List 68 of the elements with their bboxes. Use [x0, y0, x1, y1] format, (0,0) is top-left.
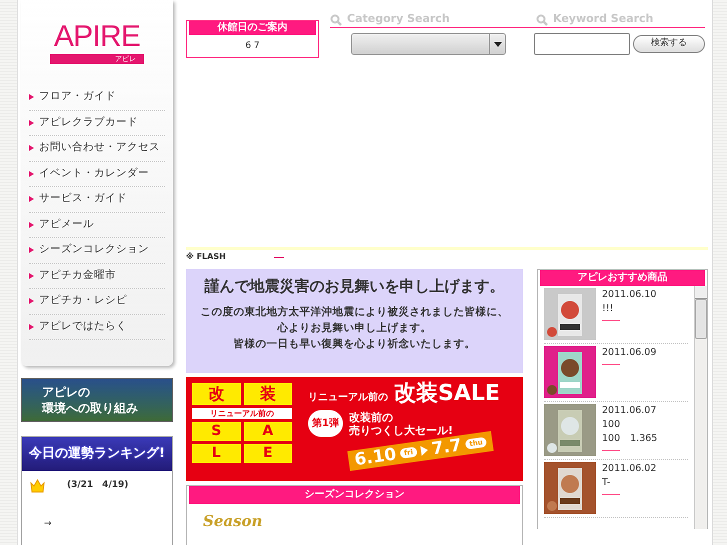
crown-icon	[30, 479, 45, 493]
season-logo: Season	[203, 511, 262, 532]
nav-link[interactable]: シーズンコレクション	[39, 242, 149, 258]
search-icon	[330, 14, 342, 26]
category-dropdown[interactable]	[351, 33, 506, 55]
arrow-icon	[420, 445, 428, 456]
banner-text: 環境への取り組み	[42, 400, 139, 416]
logo-text: APIRE	[54, 22, 140, 52]
sale-badge-text: E	[244, 444, 292, 463]
sale-ribbon: リニューアル前の	[192, 408, 292, 419]
sale-headline: 改装SALE	[394, 383, 500, 405]
notice-title: 謹んで地震災害のお見舞いを申し上げます。	[204, 276, 504, 297]
bullet-icon	[29, 120, 34, 126]
sale-badge-text: S	[192, 422, 240, 441]
fortune-title: 今日の運勢ランキング!	[29, 445, 165, 464]
sale-badge-text: 改	[192, 383, 240, 405]
search-button[interactable]: 検索する	[633, 35, 705, 53]
banner-text: アピレの	[42, 384, 91, 400]
holiday-title: 休館日のご案内	[187, 21, 318, 35]
environment-banner[interactable]: アピレの 環境への取り組み	[21, 378, 173, 422]
burst-badge: 第1弾	[308, 410, 343, 437]
nav-link[interactable]: イベント・カレンダー	[39, 166, 149, 182]
bullet-icon	[29, 222, 34, 228]
nav-link[interactable]: アピメール	[39, 216, 94, 233]
bullet-icon	[29, 272, 34, 279]
bullet-icon	[29, 94, 34, 100]
scrollbar[interactable]	[694, 286, 707, 529]
nav-link[interactable]: アピレクラブカード	[39, 114, 138, 131]
search-icon	[536, 14, 548, 26]
bullet-icon	[29, 298, 34, 304]
sale-prefix: リニューアル前の	[308, 390, 388, 405]
nav-link[interactable]: アピチカ金曜市	[39, 268, 116, 284]
start-date: 6.10	[353, 444, 398, 470]
item-date: 2011.06.10	[602, 288, 656, 302]
bullet-icon	[29, 145, 34, 152]
item-date: 2011.06.09	[602, 346, 656, 360]
item-date: 2011.06.02	[602, 462, 656, 476]
notice-line: 心よりお見舞い申し上げます。	[278, 320, 432, 336]
nav-link[interactable]: お問い合わせ・アクセス	[39, 140, 160, 156]
sale-subtext: 売りつくし大セール!	[348, 424, 453, 436]
item-text: 100	[602, 418, 622, 432]
season-title: シーズンコレクション	[187, 486, 522, 504]
sale-badge-text: A	[244, 422, 292, 441]
item-text: T-	[602, 476, 612, 490]
item-text: 100 1.365	[602, 432, 658, 446]
sale-badge-text: L	[192, 444, 240, 463]
notice-line: 皆様の一日も早い復興を心より祈念いたします。	[234, 336, 476, 352]
nav-link[interactable]: フロア・ガイド	[39, 89, 116, 106]
fortune-period: (3/21 4/19)	[67, 479, 128, 492]
sale-subtext: 改装前の	[348, 410, 394, 424]
nav-link[interactable]: アピレではたらく	[39, 318, 127, 335]
item-text: !!!	[602, 302, 614, 316]
recommend-title: アピレおすすめ商品	[538, 270, 707, 286]
bullet-icon	[29, 170, 34, 177]
notice-line: この度の東北地方太平洋沖地震により被災されました皆様に、	[200, 304, 508, 320]
item-date: 2011.06.07	[602, 404, 658, 418]
bullet-icon	[29, 324, 34, 330]
flash-note: ※ FLASH	[186, 251, 226, 263]
bullet-icon	[29, 196, 34, 202]
caret-icon	[494, 42, 502, 46]
end-date: 7.7	[430, 435, 463, 460]
holiday-dates: 6 7	[244, 40, 261, 53]
sale-badge-text: 装	[244, 383, 292, 405]
bullet-icon	[29, 247, 34, 254]
keyword-field[interactable]	[534, 33, 630, 55]
arrow-text: →	[44, 518, 52, 531]
nav-link[interactable]: サービス・ガイド	[39, 191, 127, 208]
nav-link[interactable]: アピチカ・レシピ	[39, 293, 127, 310]
